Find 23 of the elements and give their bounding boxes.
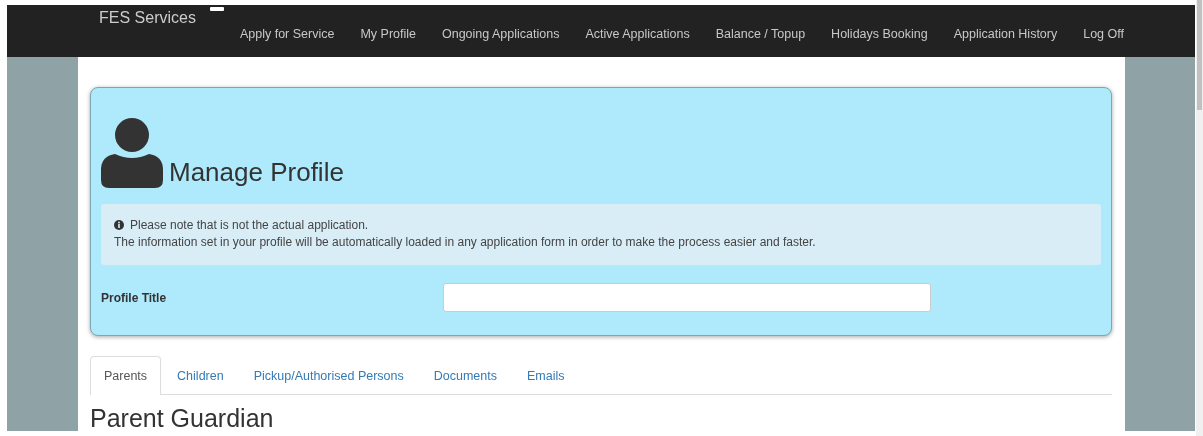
nav-link[interactable]: Application History (953, 27, 1058, 57)
page-title: Manage Profile (169, 157, 344, 188)
nav-link[interactable]: Balance / Topup (715, 27, 806, 57)
tab[interactable]: Children (163, 356, 238, 394)
brand-name[interactable]: FES Services (99, 9, 196, 57)
profile-title-input[interactable] (443, 283, 931, 312)
tab[interactable]: Documents (419, 356, 511, 394)
section-heading: Parent Guardian (90, 404, 274, 431)
nav-link[interactable]: Apply for Service (239, 27, 335, 57)
nav-link[interactable]: Log Off (1083, 27, 1124, 57)
dash-icon (209, 7, 224, 11)
nav-link[interactable]: Ongoing Applications (442, 27, 560, 57)
nav-link[interactable]: Holidays Booking (831, 27, 928, 57)
tab[interactable]: Emails (513, 356, 579, 394)
tab[interactable]: Pickup/Authorised Persons (239, 356, 418, 394)
tab[interactable]: Parents (90, 356, 162, 395)
nav-link[interactable]: Active Applications (585, 27, 690, 57)
user-icon (101, 118, 163, 188)
notice-text: Please note that is not the actual application. (114, 217, 1088, 234)
info-icon (114, 220, 124, 230)
notice-text: The information set in your profile will be automatically loaded in any application form in order to make the process easier and faster. (114, 234, 817, 251)
nav-link[interactable]: My Profile (360, 27, 416, 57)
field-label: Profile Title (101, 290, 168, 305)
